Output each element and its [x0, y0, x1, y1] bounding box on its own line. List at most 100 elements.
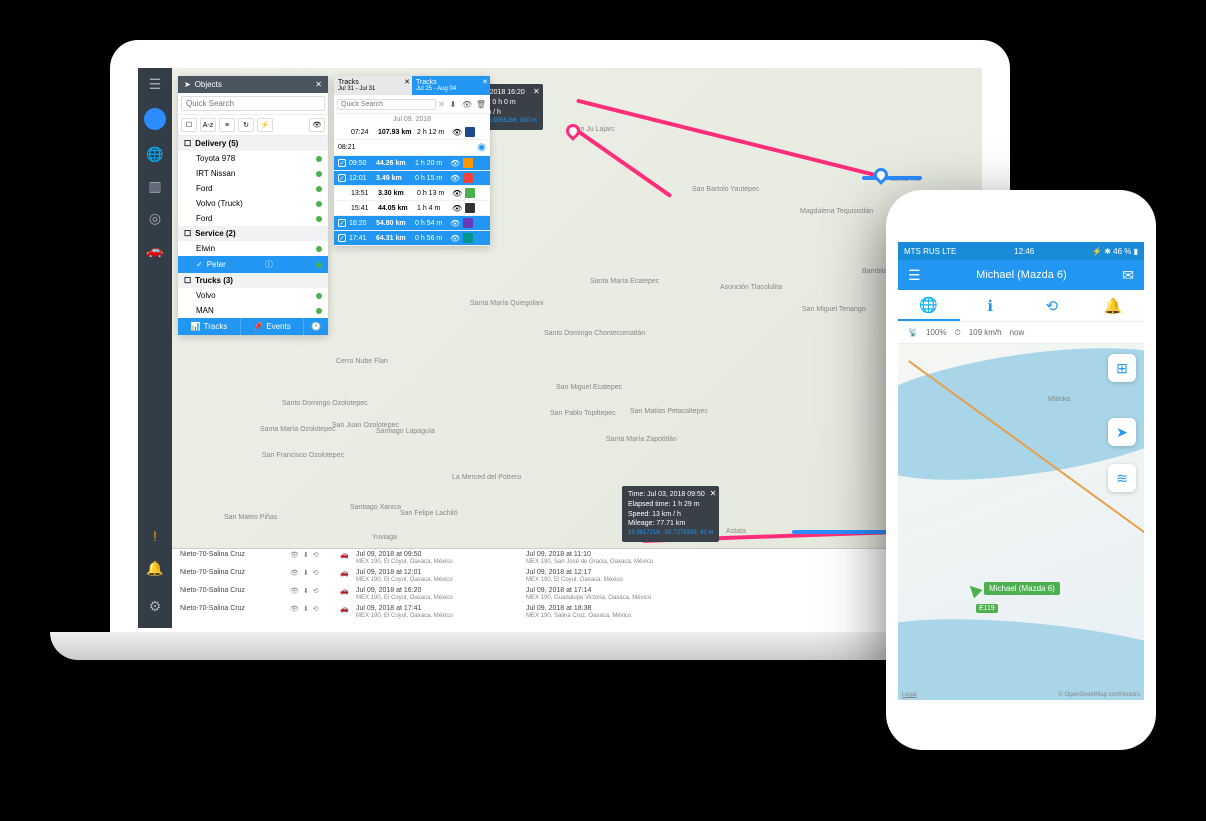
- map-place-label: Asunción Tlacolulita: [720, 284, 782, 291]
- object-group-header[interactable]: ☐Service (2): [178, 226, 328, 241]
- status-dot: [316, 156, 322, 162]
- route-icon[interactable]: ⟲: [313, 569, 319, 583]
- phone-map[interactable]: Mitinka Michael (Mazda 6) E119 ⊞ ➤ ≋ Leg…: [898, 344, 1144, 700]
- tab-bell[interactable]: 🔔: [1083, 290, 1145, 321]
- track-row[interactable]: ✓17:4164.31 km0 h 56 m👁: [334, 231, 490, 246]
- log-row[interactable]: Nieto-70-Salina Cruz👁⬇⟲🚗Jul 09, 2018 at …: [172, 585, 982, 603]
- legal-link[interactable]: Legal: [902, 692, 917, 698]
- trash-icon[interactable]: 🗑: [475, 98, 487, 110]
- download-icon[interactable]: ⬇: [303, 587, 309, 601]
- eye-icon[interactable]: 👁: [452, 204, 462, 213]
- object-item[interactable]: MAN: [178, 303, 328, 318]
- close-icon[interactable]: ✕: [710, 488, 717, 499]
- locate-button[interactable]: ➤: [1108, 418, 1136, 446]
- log-row[interactable]: Nieto-70-Salina Cruz👁⬇⟲🚗Jul 09, 2018 at …: [172, 603, 982, 621]
- map-pin[interactable]: [563, 121, 583, 141]
- sort-button[interactable]: A-z: [200, 118, 216, 132]
- tab-globe[interactable]: 🌐: [898, 290, 960, 321]
- history-button[interactable]: 🕐: [304, 318, 328, 335]
- phone-status-bar: MTS RUS LTE 12:46 ⚡ ✱ 46 % ▮: [898, 242, 1144, 260]
- track-row[interactable]: 15:4144.05 km1 h 4 m👁: [334, 201, 490, 216]
- eye-icon[interactable]: 👁: [461, 98, 473, 110]
- object-group-header[interactable]: ☐Delivery (5): [178, 136, 328, 151]
- eye-icon[interactable]: 👁: [450, 234, 460, 243]
- globe-icon[interactable]: 🌐: [138, 138, 172, 170]
- eye-icon[interactable]: 👁: [290, 551, 299, 565]
- map-place-label: Cerro Nube Flan: [336, 358, 388, 365]
- eye-icon[interactable]: 👁: [450, 174, 460, 183]
- tab-info[interactable]: ℹ: [960, 290, 1022, 321]
- object-item[interactable]: Volvo: [178, 288, 328, 303]
- close-icon[interactable]: ✕: [404, 78, 410, 86]
- close-icon[interactable]: ✕: [482, 78, 488, 86]
- bolt-button[interactable]: ⚡: [257, 118, 273, 132]
- chart-icon[interactable]: ▥: [138, 170, 172, 202]
- map-place-label: San Bartolo Yautepec: [692, 186, 759, 193]
- object-item[interactable]: Volvo (Truck): [178, 196, 328, 211]
- vehicle-marker[interactable]: [966, 582, 983, 599]
- eye-icon[interactable]: 👁: [450, 159, 460, 168]
- close-icon[interactable]: ✕: [315, 80, 322, 89]
- search-input[interactable]: [181, 96, 325, 111]
- track-color: [465, 127, 475, 137]
- mail-icon[interactable]: ✉: [1122, 267, 1134, 284]
- tracks-button[interactable]: 📊 Tracks: [178, 318, 241, 335]
- object-focus-button[interactable]: ⊞: [1108, 354, 1136, 382]
- tracks-tab[interactable]: TracksJul 25 - Aug 04✕: [412, 76, 490, 95]
- object-item[interactable]: Ford: [178, 181, 328, 196]
- track-color: [465, 203, 475, 213]
- map-place-label: Santa María Quiegolani: [470, 300, 544, 307]
- eye-button[interactable]: 👁: [309, 118, 325, 132]
- track-row[interactable]: ✓12:013.49 km0 h 15 m👁: [334, 171, 490, 186]
- target-icon[interactable]: ◎: [138, 202, 172, 234]
- eye-icon[interactable]: 👁: [450, 219, 460, 228]
- layers-button[interactable]: ≋: [1108, 464, 1136, 492]
- track-row[interactable]: 08:21◉: [334, 140, 490, 156]
- object-item[interactable]: IRT Nissan: [178, 166, 328, 181]
- eye-icon[interactable]: 👁: [452, 189, 462, 198]
- tracks-search-input[interactable]: [337, 99, 436, 110]
- user-avatar[interactable]: [144, 108, 166, 130]
- log-row[interactable]: Nieto-70-Salina Cruz👁⬇⟲🚗Jul 09, 2018 at …: [172, 549, 982, 567]
- map-pin[interactable]: [871, 165, 891, 185]
- download-icon[interactable]: ⬇: [303, 551, 309, 565]
- list-button[interactable]: ≡: [219, 118, 235, 132]
- tab-route[interactable]: ⟲: [1021, 290, 1083, 321]
- download-icon[interactable]: ⬇: [447, 98, 459, 110]
- eye-icon[interactable]: 👁: [452, 128, 462, 137]
- map-place-label: Santiago Lapaguía: [376, 428, 435, 435]
- alert-indicator[interactable]: !: [138, 520, 172, 552]
- info-icon[interactable]: ⓘ: [265, 259, 273, 270]
- download-icon[interactable]: ⬇: [303, 569, 309, 583]
- carrier-label: MTS RUS LTE: [904, 247, 956, 256]
- refresh-button[interactable]: ↻: [238, 118, 254, 132]
- eye-icon[interactable]: 👁: [290, 569, 299, 583]
- track-row[interactable]: 07:24107.93 km2 h 12 m👁: [334, 125, 490, 140]
- events-button[interactable]: 📌 Events: [241, 318, 304, 335]
- download-icon[interactable]: ⬇: [303, 605, 309, 619]
- route-icon[interactable]: ⟲: [313, 587, 319, 601]
- object-item[interactable]: Elwin: [178, 241, 328, 256]
- menu-icon[interactable]: ☰: [138, 68, 172, 100]
- checkbox-all[interactable]: ☐: [181, 118, 197, 132]
- object-item[interactable]: Toyota 978: [178, 151, 328, 166]
- menu-icon[interactable]: ☰: [908, 267, 921, 284]
- gear-icon[interactable]: ⚙: [138, 590, 172, 622]
- route-icon[interactable]: ⟲: [313, 605, 319, 619]
- object-item[interactable]: Ford: [178, 211, 328, 226]
- track-row[interactable]: 13:513.30 km0 h 13 m👁: [334, 186, 490, 201]
- track-row[interactable]: ✓16:2054.80 km0 h 54 m👁: [334, 216, 490, 231]
- object-group-header[interactable]: ☐Trucks (3): [178, 273, 328, 288]
- bell-icon[interactable]: 🔔: [138, 552, 172, 584]
- object-item[interactable]: ✓ Peterⓘ: [178, 256, 328, 273]
- eye-icon[interactable]: 👁: [290, 605, 299, 619]
- close-icon[interactable]: ✕: [533, 86, 540, 97]
- track-row[interactable]: ✓09:5044.26 km1 h 20 m👁: [334, 156, 490, 171]
- eye-icon[interactable]: 👁: [290, 587, 299, 601]
- check-icon: ✓: [338, 159, 346, 167]
- laptop-frame: ☰ 🌐 ▥ ◎ 🚗 ! 🔔 ⚙ San Ju LajarcSanta MaSan…: [110, 40, 1010, 660]
- tracks-tab[interactable]: TracksJul 31 - Jul 31✕: [334, 76, 412, 95]
- car-icon[interactable]: 🚗: [138, 234, 172, 266]
- log-row[interactable]: Nieto-70-Salina Cruz👁⬇⟲🚗Jul 09, 2018 at …: [172, 567, 982, 585]
- route-icon[interactable]: ⟲: [313, 551, 319, 565]
